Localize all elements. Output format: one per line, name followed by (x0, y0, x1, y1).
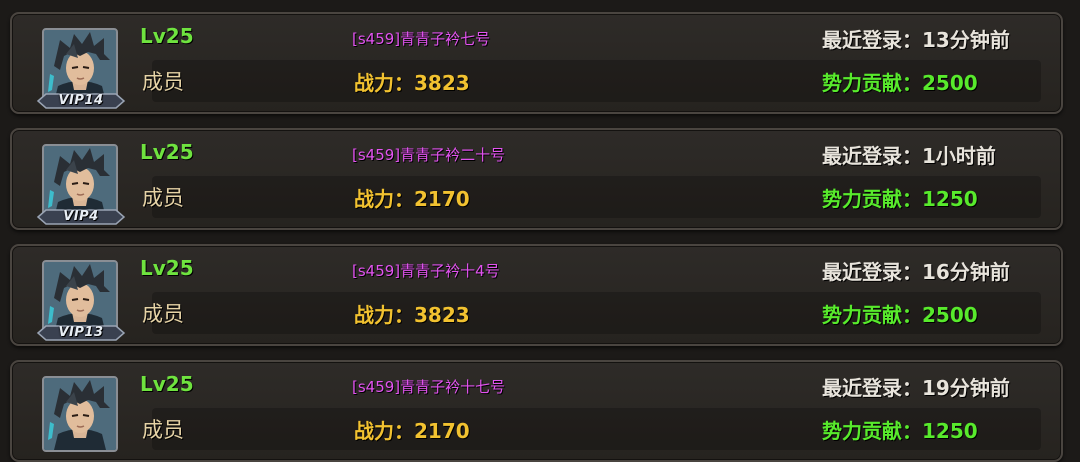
member-last-login: 最近登录：13分钟前 (822, 24, 1010, 53)
power-value: 3823 (414, 71, 470, 95)
member-row[interactable]: VIP4 Lv25 成员 [s459]青青子衿二十号 战力：2170 最近登录：… (10, 128, 1063, 230)
member-contribution: 势力贡献：1250 (822, 415, 978, 444)
member-contribution: 势力贡献：2500 (822, 299, 978, 328)
member-contribution: 势力贡献：1250 (822, 183, 978, 212)
vip-badge: VIP14 (36, 92, 126, 110)
member-row[interactable]: VIP13 Lv25 成员 [s459]青青子衿十4号 战力：3823 最近登录… (10, 244, 1063, 346)
member-last-login: 最近登录：16分钟前 (822, 256, 1010, 285)
member-level: Lv25 (140, 256, 194, 280)
vip-level: VIP4 (63, 209, 99, 224)
member-list: VIP14 Lv25 成员 [s459]青青子衿七号 战力：3823 最近登录：… (0, 0, 1080, 462)
member-power: 战力：2170 (354, 183, 470, 212)
power-label: 战力： (354, 303, 414, 327)
member-name: [s459]青青子衿十七号 (352, 378, 506, 396)
member-name: [s459]青青子衿十4号 (352, 262, 500, 280)
member-row[interactable]: VIP14 Lv25 成员 [s459]青青子衿七号 战力：3823 最近登录：… (10, 12, 1063, 114)
login-label: 最近登录： (822, 144, 922, 168)
contrib-label: 势力贡献： (822, 419, 922, 443)
member-contribution: 势力贡献：2500 (822, 67, 978, 96)
contrib-value: 2500 (922, 71, 978, 95)
power-value: 2170 (414, 187, 470, 211)
power-label: 战力： (354, 71, 414, 95)
vip-level: VIP13 (58, 325, 104, 340)
contrib-label: 势力贡献： (822, 71, 922, 95)
power-label: 战力： (354, 187, 414, 211)
member-power: 战力：3823 (354, 67, 470, 96)
login-label: 最近登录： (822, 260, 922, 284)
vip-badge: VIP13 (36, 324, 126, 342)
member-power: 战力：2170 (354, 415, 470, 444)
member-role: 成员 (142, 70, 184, 94)
member-level: Lv25 (140, 24, 194, 48)
login-label: 最近登录： (822, 376, 922, 400)
login-value: 1小时前 (922, 144, 996, 168)
login-value: 13分钟前 (922, 28, 1010, 52)
contrib-value: 2500 (922, 303, 978, 327)
member-row[interactable]: Lv25 成员 [s459]青青子衿十七号 战力：2170 最近登录：19分钟前… (10, 360, 1063, 462)
hero-portrait-icon[interactable] (42, 376, 118, 452)
login-value: 19分钟前 (922, 376, 1010, 400)
member-name: [s459]青青子衿二十号 (352, 146, 506, 164)
contrib-value: 1250 (922, 187, 978, 211)
power-label: 战力： (354, 419, 414, 443)
member-role: 成员 (142, 302, 184, 326)
member-last-login: 最近登录：1小时前 (822, 140, 996, 169)
power-value: 3823 (414, 303, 470, 327)
contrib-label: 势力贡献： (822, 187, 922, 211)
member-last-login: 最近登录：19分钟前 (822, 372, 1010, 401)
power-value: 2170 (414, 419, 470, 443)
vip-badge: VIP4 (36, 208, 126, 226)
member-role: 成员 (142, 418, 184, 442)
vip-level: VIP14 (58, 93, 104, 108)
member-name: [s459]青青子衿七号 (352, 30, 491, 48)
member-role: 成员 (142, 186, 184, 210)
member-level: Lv25 (140, 140, 194, 164)
login-value: 16分钟前 (922, 260, 1010, 284)
member-power: 战力：3823 (354, 299, 470, 328)
member-level: Lv25 (140, 372, 194, 396)
contrib-label: 势力贡献： (822, 303, 922, 327)
login-label: 最近登录： (822, 28, 922, 52)
contrib-value: 1250 (922, 419, 978, 443)
